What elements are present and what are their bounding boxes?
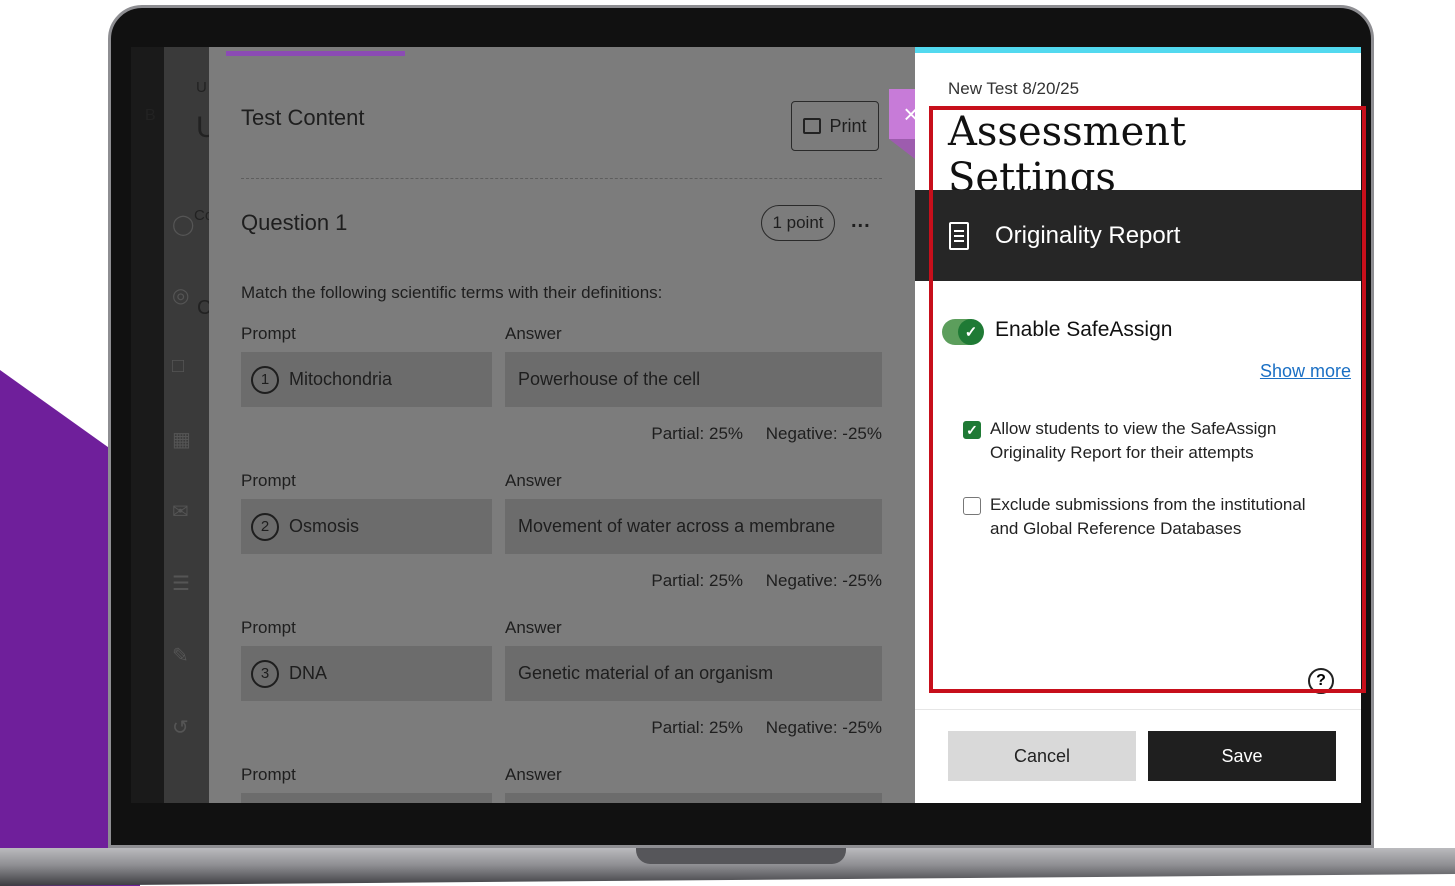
save-button[interactable]: Save xyxy=(1148,731,1336,781)
cancel-button[interactable]: Cancel xyxy=(948,731,1136,781)
prompt-text: Osmosis xyxy=(289,516,360,536)
scores: Partial: 25% Negative: -25% xyxy=(633,718,882,738)
answer-field[interactable]: Genetic material of an organism xyxy=(505,646,882,701)
scores: Partial: 25% Negative: -25% xyxy=(633,571,882,591)
prompt-number: 2 xyxy=(251,512,279,541)
globe-icon[interactable]: ◎ xyxy=(172,283,189,308)
calendar-icon[interactable]: ▦ xyxy=(172,427,191,452)
divider xyxy=(241,178,882,179)
more-options-icon[interactable]: ... xyxy=(851,210,871,233)
match-pair: Prompt Answer 3 DNA Genetic material of … xyxy=(241,618,882,764)
logout-icon[interactable]: ↺ xyxy=(172,715,189,740)
negative-credit: Negative: -25% xyxy=(765,571,882,590)
answer-text: Genetic material of an organism xyxy=(518,663,774,683)
prompt-label: Prompt xyxy=(241,324,296,343)
footer-divider xyxy=(915,709,1361,710)
negative-credit: Negative: -25% xyxy=(765,718,882,737)
prompt-number: 3 xyxy=(251,659,279,688)
answer-field[interactable]: Powerhouse of the cell xyxy=(505,352,882,407)
printer-icon xyxy=(803,118,822,134)
answer-text: Powerhouse of the cell xyxy=(518,369,701,389)
test-content-panel: Test Content Print Question 1 1 point ..… xyxy=(209,47,915,803)
prompt-label: Prompt xyxy=(241,765,296,784)
book-icon[interactable]: □ xyxy=(172,355,184,378)
prompt-label: Prompt xyxy=(241,618,296,637)
match-pair: Prompt Answer xyxy=(241,765,882,803)
prompt-field[interactable]: 2 Osmosis xyxy=(241,499,492,554)
user-icon[interactable]: ◯ xyxy=(172,212,194,237)
nav-letter: B xyxy=(145,107,156,124)
mail-icon[interactable]: ✉ xyxy=(172,499,189,524)
answer-label: Answer xyxy=(505,324,562,343)
partial-credit: Partial: 25% xyxy=(651,718,744,737)
top-accent-bar xyxy=(915,47,1361,53)
edit-icon[interactable]: ✎ xyxy=(172,643,189,668)
lms-nav-column: U U Co C ◯ ◎ □ ▦ ✉ ☰ ✎ ↺ xyxy=(164,47,218,803)
print-button[interactable]: Print xyxy=(791,101,879,151)
scores: Partial: 25% Negative: -25% xyxy=(633,424,882,444)
prompt-text: DNA xyxy=(289,663,328,683)
answer-text: Movement of water across a membrane xyxy=(518,516,836,536)
prompt-text: Mitochondria xyxy=(289,369,393,389)
course-letter-small: U xyxy=(196,79,207,96)
grades-icon[interactable]: ☰ xyxy=(172,571,190,596)
progress-strip xyxy=(226,51,405,56)
answer-label: Answer xyxy=(505,765,562,784)
lms-nav-rail: B xyxy=(131,47,164,803)
prompt-field[interactable] xyxy=(241,793,492,803)
breadcrumb: New Test 8/20/25 xyxy=(948,79,1080,98)
negative-credit: Negative: -25% xyxy=(765,424,882,443)
question-title: Question 1 xyxy=(241,210,348,235)
answer-field[interactable]: Movement of water across a membrane xyxy=(505,499,882,554)
question-instructions: Match the following scientific terms wit… xyxy=(241,283,663,302)
close-button-tail xyxy=(889,139,915,159)
prompt-field[interactable]: 3 DNA xyxy=(241,646,492,701)
print-label: Print xyxy=(829,115,867,136)
partial-credit: Partial: 25% xyxy=(651,571,744,590)
partial-credit: Partial: 25% xyxy=(651,424,744,443)
prompt-number: 1 xyxy=(251,365,279,394)
match-pair: Prompt Answer 2 Osmosis Movement of wate… xyxy=(241,471,882,617)
highlight-box xyxy=(929,106,1366,693)
answer-label: Answer xyxy=(505,471,562,490)
points-badge[interactable]: 1 point xyxy=(761,205,835,241)
test-content-title: Test Content xyxy=(241,105,365,130)
answer-label: Answer xyxy=(505,618,562,637)
answer-field[interactable] xyxy=(505,793,882,803)
prompt-label: Prompt xyxy=(241,471,296,490)
match-pair: Prompt Answer 1 Mitochondria Powerhouse … xyxy=(241,324,882,470)
prompt-field[interactable]: 1 Mitochondria xyxy=(241,352,492,407)
